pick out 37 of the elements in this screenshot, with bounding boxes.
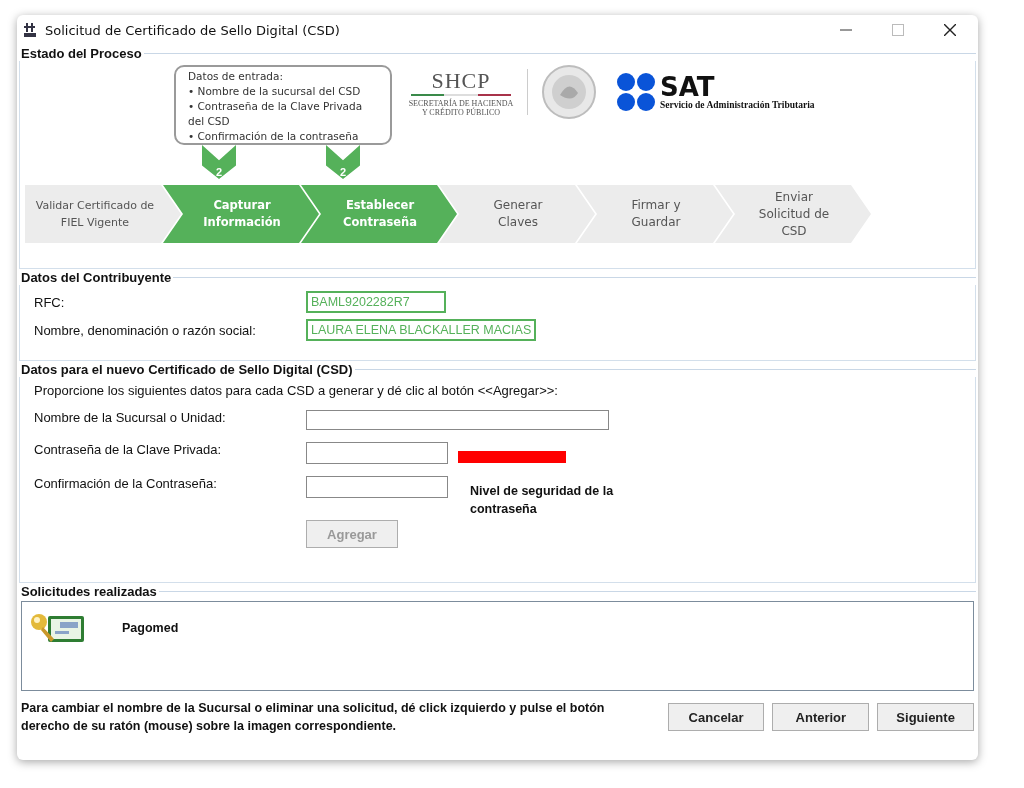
request-name[interactable]: Pagomed [122,621,179,635]
sat-subtitle: Servicio de Administración Tributaria [660,100,815,110]
password-field[interactable] [306,442,448,464]
dialog-button[interactable]: Cancelar [667,703,765,731]
shcp-subtitle: SECRETARÍA DE HACIENDA Y CRÉDITO PÚBLICO [407,98,515,117]
readonly-field: BAML9202282R7 [306,291,446,313]
section-legend: Estado del Proceso [19,45,144,61]
dialog-button[interactable]: Siguiente [877,703,974,731]
branch-name-field[interactable] [306,410,609,430]
field-label: Nombre, denominación o razón social: [34,322,257,338]
field-label: Contraseña de la Clave Privada: [34,442,223,457]
section-legend: Solicitudes realizadas [19,583,159,599]
confirm-password-field[interactable] [306,476,448,498]
maximize-icon[interactable] [892,24,904,36]
field-label: Confirmación de la Contraseña: [34,476,218,491]
callout-item: • Nombre de la sucursal del CSD [188,84,362,99]
certificate-key-icon[interactable] [30,612,86,644]
field-label: Nombre de la Sucursal o Unidad: [34,410,227,425]
callout-item: • Contraseña de la Clave Privada del CSD [188,99,364,129]
window-title: Solicitud de Certificado de Sello Digital (CSD) [45,22,340,38]
process-step: Enviar Solicitud de CSD [715,185,871,243]
app-icon [23,23,37,37]
section-legend: Datos para el nuevo Certificado de Sello Digital (CSD) [19,361,355,377]
close-icon[interactable] [944,24,956,36]
dialog-button[interactable]: Anterior [772,703,870,731]
section-legend: Datos del Contribuyente [19,269,174,285]
callout-heading: Datos de entrada: [188,69,284,84]
field-label: RFC: [34,294,66,310]
instructions-text: Proporcione los siguientes datos para cada CSD a generar y dé clic al botón <<Agregar>>: [34,383,559,398]
sat-dots-icon [616,72,656,112]
hint-text: Para cambiar el nombre de la Sucursal o eliminar una solicitud, dé click izquierdo y pulse el botón derecho de su ratón (mouse) sobre la imagen correspondiente. [21,700,606,735]
emblem-icon [542,65,596,119]
shcp-logo-text: SHCP [431,67,491,94]
strength-caption: Nivel de seguridad de la contraseña [470,483,615,518]
sat-logo-text: SAT [660,74,715,100]
readonly-field: LAURA ELENA BLACKALLER MACIAS [306,319,537,341]
callout-item: • Confirmación de la contraseña [188,129,360,144]
